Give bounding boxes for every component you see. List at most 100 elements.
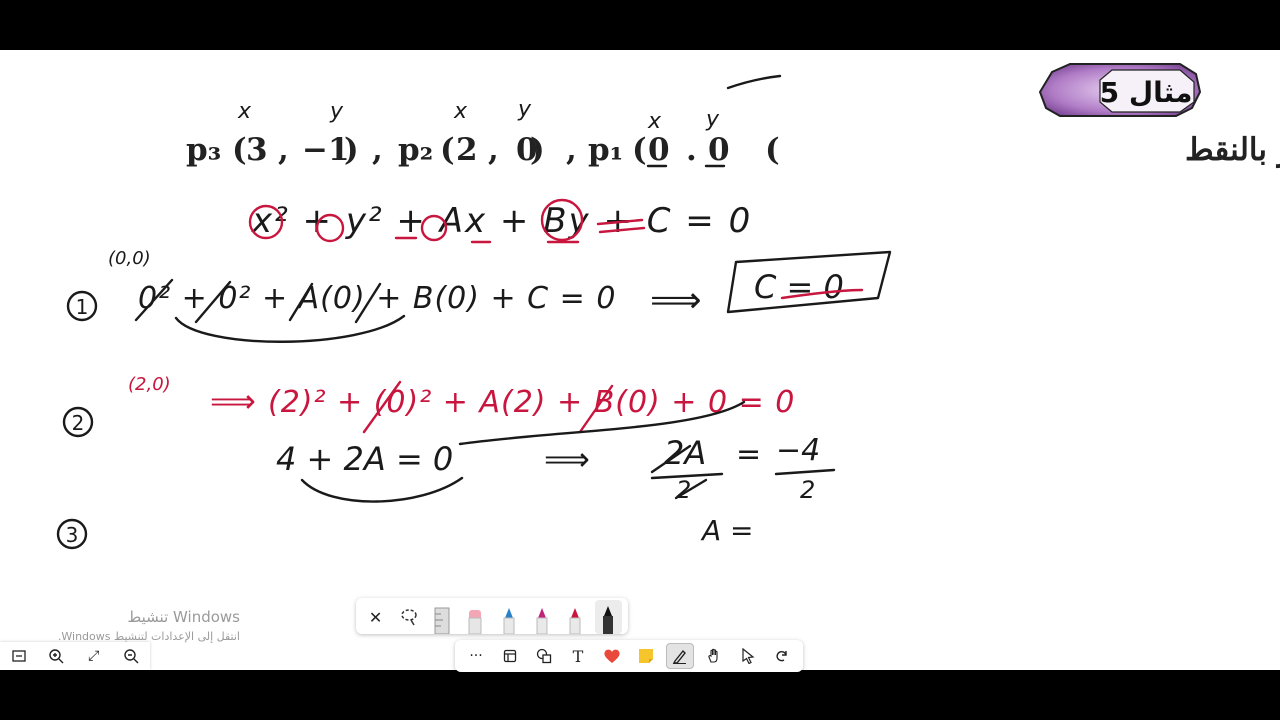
step-2-implies2: ⟹: [544, 440, 590, 478]
step-2-brace: [300, 476, 464, 503]
p2-y: 0: [516, 132, 538, 168]
zoom-in-button[interactable]: [42, 643, 70, 669]
fit-icon: [12, 650, 26, 662]
p1-y: 0: [708, 132, 730, 168]
svg-text:,: ,: [566, 132, 577, 168]
black-pen-icon: [603, 606, 614, 634]
main-toolbar: ··· T: [455, 640, 803, 672]
isolate-lhs: 2A: [664, 434, 706, 472]
close-icon: ✕: [368, 607, 383, 627]
a-line: A =: [700, 514, 754, 547]
pen-blue-button[interactable]: [495, 600, 522, 634]
frame-button[interactable]: [496, 643, 524, 669]
svg-text:(: (: [765, 132, 780, 168]
ruler-icon: [434, 607, 450, 634]
p3-name: p₃: [186, 132, 221, 168]
step-1-implies: ⟹: [650, 280, 702, 321]
svg-text:3: 3: [66, 523, 79, 547]
pen-palette: ✕: [356, 598, 628, 634]
p1-x: 0: [648, 132, 670, 168]
svg-text:=: =: [736, 437, 761, 472]
heart-icon: [604, 649, 620, 663]
isolate-rhs-den: 2: [800, 476, 815, 504]
text-icon: T: [572, 646, 584, 666]
stray-stroke: [726, 74, 782, 90]
eraser-button[interactable]: [462, 600, 489, 634]
general-equation: x² + y² + Ax + By + C = 0: [251, 201, 752, 241]
redo-icon: [776, 651, 787, 662]
pen-icon: [672, 649, 686, 664]
pen-black-button[interactable]: [594, 600, 622, 634]
hand-button[interactable]: [700, 643, 728, 669]
pen-tool-button[interactable]: [666, 643, 694, 669]
svg-text:2: 2: [72, 411, 85, 435]
step-1-result: C = 0: [754, 268, 844, 306]
svg-text:1: 1: [76, 295, 89, 319]
step-1: 1 (0,0) 0² + 0² + A(0) + B(0) + C = 0 ⟹ …: [66, 248, 892, 343]
step-2: 2 (2,0) ⟹ (2)² + (0)² + A(2) + B(0) + 0 …: [62, 374, 836, 547]
zoom-out-button[interactable]: [117, 643, 145, 669]
zoom-reset-button[interactable]: ⤢: [80, 643, 108, 669]
isolate-rhs-bar: [774, 468, 836, 476]
points-row: ( 0 . 0 ( p₁ , ) 0 , 2 ( p₂ , ) −1 , 3 (…: [186, 132, 780, 168]
problem-text: جد معادلة الدائرة التي تمر بالنقط: [1185, 132, 1280, 169]
isolate-rhs-num: −4: [776, 433, 820, 468]
svg-text:,: ,: [278, 132, 289, 168]
windows-activation-watermark: تنشيط Windows انتقل إلى الإعدادات لتنشيط…: [40, 608, 240, 643]
step-2-point: (2,0): [128, 374, 171, 395]
svg-text:x: x: [237, 99, 252, 124]
lasso-icon: [401, 609, 417, 626]
svg-text:,: ,: [488, 132, 499, 168]
ruler-button[interactable]: [429, 600, 456, 634]
xy-annotations: x y x y x y: [237, 97, 720, 134]
reactions-button[interactable]: [598, 643, 626, 669]
pen-magenta-button[interactable]: [528, 600, 555, 634]
example-badge: مثال 5: [1038, 63, 1202, 117]
magenta-pen-icon: [536, 608, 548, 634]
step-2-implies: ⟹: [210, 382, 256, 420]
p1-name: p₁: [588, 132, 623, 168]
frame-icon: [503, 649, 517, 663]
step-3: 3: [56, 518, 88, 550]
step-1-point: (0,0): [108, 248, 151, 269]
close-palette-button[interactable]: ✕: [362, 600, 389, 634]
example-label: مثال 5: [1100, 76, 1193, 109]
more-icon: ···: [469, 648, 483, 664]
ink-layer: مثال 5 جد معادلة الدائرة التي تمر بالنقط…: [56, 63, 1280, 550]
sticky-note-button[interactable]: [632, 643, 660, 669]
zoom-fit-icon: ⤢: [88, 648, 100, 664]
watermark-subtitle: انتقل إلى الإعدادات لتنشيط Windows.: [57, 630, 240, 643]
select-button[interactable]: [734, 643, 762, 669]
blue-pen-icon: [503, 608, 515, 634]
lasso-button[interactable]: [395, 600, 422, 634]
svg-text:y: y: [705, 107, 720, 132]
shapes-button[interactable]: [530, 643, 558, 669]
sticky-note-icon: [639, 649, 653, 663]
svg-text:(: (: [632, 132, 647, 168]
svg-text:(: (: [232, 132, 247, 168]
svg-text:x: x: [453, 99, 468, 124]
svg-text:,: ,: [372, 132, 383, 168]
eraser-icon: [468, 610, 482, 634]
step-2-substitution: (2)² + (0)² + A(2) + B(0) + 0 = 0: [268, 385, 795, 420]
fit-button[interactable]: [5, 643, 33, 669]
pen-red-button[interactable]: [562, 600, 589, 634]
svg-text:(: (: [440, 132, 455, 168]
shapes-icon: [536, 648, 552, 664]
whiteboard-canvas[interactable]: مثال 5 جد معادلة الدائرة التي تمر بالنقط…: [0, 50, 1280, 670]
p2-x: 2: [456, 132, 478, 168]
more-button[interactable]: ···: [462, 643, 490, 669]
undo-button[interactable]: [768, 643, 796, 669]
svg-text:y: y: [329, 99, 344, 124]
step-2-simplified: 4 + 2A = 0: [276, 440, 453, 478]
watermark-title: تنشيط Windows: [127, 608, 240, 626]
svg-text:.: .: [686, 132, 697, 168]
text-button[interactable]: T: [564, 643, 592, 669]
cursor-icon: [742, 648, 755, 664]
p3-x: 3: [246, 132, 268, 168]
p3-y: −1: [302, 132, 350, 168]
zoom-in-icon: [49, 649, 64, 664]
zoom-out-icon: [124, 649, 139, 664]
red-pen-icon: [569, 608, 581, 634]
svg-text:y: y: [517, 97, 532, 122]
